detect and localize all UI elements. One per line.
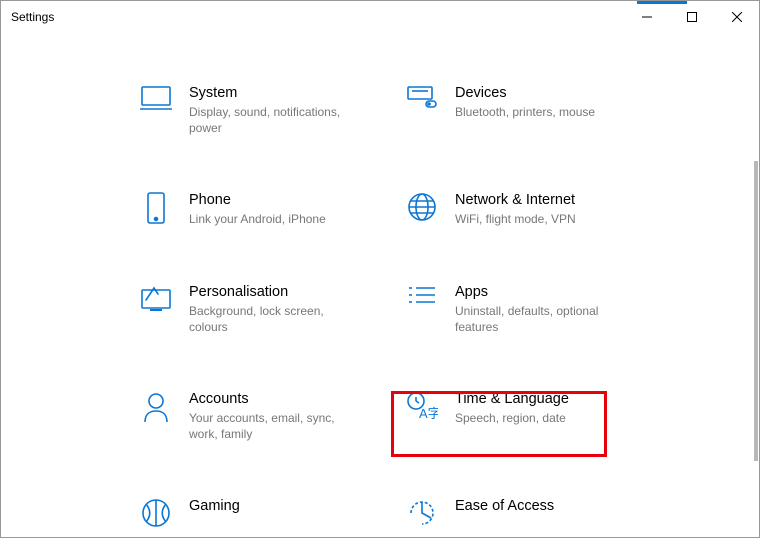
settings-item-desc: Display, sound, notifications, power: [189, 104, 364, 136]
maximize-button[interactable]: [669, 2, 714, 32]
settings-grid: System Display, sound, notifications, po…: [139, 85, 759, 532]
personalisation-icon: [139, 284, 173, 318]
settings-item-personalisation[interactable]: Personalisation Background, lock screen,…: [139, 284, 405, 335]
settings-item-title: Apps: [455, 284, 630, 300]
settings-item-title: Personalisation: [189, 284, 364, 300]
settings-item-title: Phone: [189, 192, 326, 208]
settings-item-devices[interactable]: Devices Bluetooth, printers, mouse: [405, 85, 671, 136]
settings-item-gaming[interactable]: Gaming: [139, 498, 405, 532]
settings-item-ease-of-access[interactable]: Ease of Access: [405, 498, 671, 532]
settings-item-title: Time & Language: [455, 391, 569, 407]
window-controls: [624, 2, 759, 32]
settings-item-time-language[interactable]: A字 Time & Language Speech, region, date: [405, 391, 671, 442]
settings-item-title: Network & Internet: [455, 192, 576, 208]
ease-of-access-icon: [405, 498, 439, 532]
settings-item-phone[interactable]: Phone Link your Android, iPhone: [139, 192, 405, 227]
settings-item-desc: Background, lock screen, colours: [189, 303, 364, 335]
settings-item-accounts[interactable]: Accounts Your accounts, email, sync, wor…: [139, 391, 405, 442]
settings-item-title: System: [189, 85, 364, 101]
minimize-button[interactable]: [624, 2, 669, 32]
close-icon: [732, 12, 742, 22]
settings-item-desc: Your accounts, email, sync, work, family: [189, 410, 364, 442]
apps-icon: [405, 284, 439, 318]
time-language-icon: A字: [405, 391, 439, 425]
settings-item-title: Accounts: [189, 391, 364, 407]
globe-icon: [405, 192, 439, 226]
accounts-icon: [139, 391, 173, 425]
titlebar: Settings: [1, 1, 759, 33]
settings-item-desc: Uninstall, defaults, optional features: [455, 303, 630, 335]
settings-item-title: Devices: [455, 85, 595, 101]
settings-content: System Display, sound, notifications, po…: [1, 33, 759, 537]
gaming-icon: [139, 498, 173, 532]
svg-text:A字: A字: [419, 406, 438, 421]
settings-item-title: Gaming: [189, 498, 240, 514]
settings-item-desc: WiFi, flight mode, VPN: [455, 211, 576, 227]
window-title: Settings: [1, 10, 54, 24]
phone-icon: [139, 192, 173, 226]
devices-icon: [405, 85, 439, 119]
minimize-icon: [642, 12, 652, 22]
vertical-scrollbar[interactable]: [754, 161, 758, 461]
settings-item-system[interactable]: System Display, sound, notifications, po…: [139, 85, 405, 136]
settings-item-title: Ease of Access: [455, 498, 554, 514]
settings-item-desc: Bluetooth, printers, mouse: [455, 104, 595, 120]
system-icon: [139, 85, 173, 119]
maximize-icon: [687, 12, 697, 22]
accent-strip: [637, 1, 687, 4]
settings-item-desc: Speech, region, date: [455, 410, 569, 426]
settings-item-apps[interactable]: Apps Uninstall, defaults, optional featu…: [405, 284, 671, 335]
close-button[interactable]: [714, 2, 759, 32]
settings-item-network[interactable]: Network & Internet WiFi, flight mode, VP…: [405, 192, 671, 227]
settings-item-desc: Link your Android, iPhone: [189, 211, 326, 227]
